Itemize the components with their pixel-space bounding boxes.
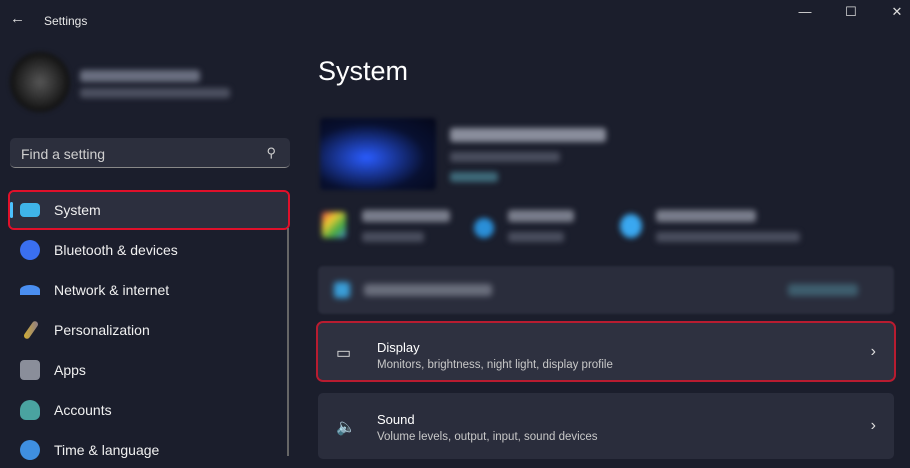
title-bar: ← Settings — ☐ ✕ bbox=[0, 0, 910, 40]
search-placeholder: Find a setting bbox=[21, 146, 106, 162]
search-input[interactable]: Find a setting ⚲ bbox=[10, 138, 290, 168]
wallpaper-thumbnail[interactable] bbox=[320, 118, 436, 190]
blurred-status-3-sub bbox=[656, 232, 800, 242]
app-title: Settings bbox=[44, 14, 88, 28]
onedrive-icon bbox=[474, 218, 494, 238]
blurred-status-1[interactable] bbox=[362, 210, 450, 222]
blurred-status-3[interactable] bbox=[656, 210, 756, 222]
sound-card[interactable]: 🔈 Sound Volume levels, output, input, so… bbox=[318, 393, 894, 459]
blurred-banner-action[interactable] bbox=[788, 284, 858, 296]
monitor-icon bbox=[20, 203, 40, 217]
sidebar-item-label: System bbox=[54, 202, 101, 218]
card-subtitle: Volume levels, output, input, sound devi… bbox=[377, 431, 598, 443]
blurred-status-1-sub bbox=[362, 232, 424, 242]
sidebar-scrollbar[interactable] bbox=[287, 228, 289, 456]
card-title: Sound bbox=[377, 412, 415, 427]
chevron-right-icon: › bbox=[870, 417, 876, 434]
avatar[interactable] bbox=[10, 52, 70, 112]
speaker-icon: 🔈 bbox=[336, 419, 356, 436]
sidebar-item-accounts[interactable]: Accounts bbox=[10, 392, 288, 428]
apps-icon bbox=[20, 360, 40, 380]
blurred-user-name bbox=[80, 70, 200, 82]
blurred-banner-card[interactable] bbox=[318, 266, 894, 314]
banner-icon bbox=[334, 282, 350, 298]
sidebar-item-label: Personalization bbox=[54, 322, 150, 338]
paintbrush-icon bbox=[22, 320, 40, 340]
selection-indicator bbox=[10, 202, 13, 218]
blurred-device-model bbox=[450, 152, 560, 162]
close-button[interactable]: ✕ bbox=[874, 4, 910, 22]
sidebar-item-label: Accounts bbox=[54, 402, 112, 418]
globe-clock-icon bbox=[20, 440, 40, 460]
wifi-icon bbox=[20, 285, 40, 295]
blurred-status-2[interactable] bbox=[508, 210, 574, 222]
update-icon bbox=[620, 214, 642, 238]
sidebar-item-network[interactable]: Network & internet bbox=[10, 272, 288, 308]
blurred-user-email bbox=[80, 88, 230, 98]
chevron-right-icon: › bbox=[870, 343, 876, 360]
back-arrow-icon[interactable]: ← bbox=[10, 10, 25, 27]
sidebar-item-label: Apps bbox=[54, 362, 86, 378]
search-icon: ⚲ bbox=[266, 145, 276, 160]
blurred-banner-text bbox=[364, 284, 492, 296]
sidebar-item-apps[interactable]: Apps bbox=[10, 352, 288, 388]
sidebar-item-personalization[interactable]: Personalization bbox=[10, 312, 288, 348]
sidebar-item-label: Bluetooth & devices bbox=[54, 242, 178, 258]
blurred-rename-link[interactable] bbox=[450, 172, 498, 182]
display-card[interactable]: ▭ Display Monitors, brightness, night li… bbox=[316, 321, 896, 382]
card-title: Display bbox=[377, 340, 420, 355]
laptop-icon: ▭ bbox=[336, 345, 352, 362]
card-subtitle: Monitors, brightness, night light, displ… bbox=[377, 359, 613, 371]
page-title: System bbox=[318, 56, 409, 86]
bluetooth-icon bbox=[20, 240, 40, 260]
sidebar-item-bluetooth[interactable]: Bluetooth & devices bbox=[10, 232, 288, 268]
sidebar-item-label: Network & internet bbox=[54, 282, 170, 298]
maximize-button[interactable]: ☐ bbox=[828, 4, 874, 22]
blurred-device-name bbox=[450, 128, 606, 142]
sidebar-item-label: Time & language bbox=[54, 442, 160, 458]
windows-update-logo-icon bbox=[322, 212, 346, 238]
blurred-status-2-sub bbox=[508, 232, 564, 242]
accounts-icon bbox=[20, 400, 40, 420]
sidebar-item-system[interactable]: System bbox=[8, 190, 290, 230]
minimize-button[interactable]: — bbox=[782, 4, 828, 22]
